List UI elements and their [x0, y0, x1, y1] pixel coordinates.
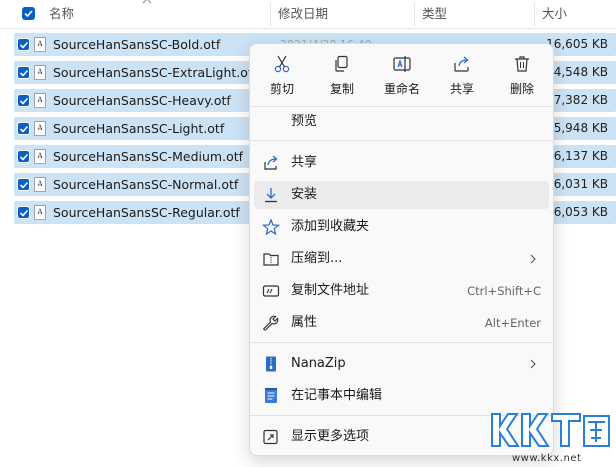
menu-item-copy-path[interactable]: 复制文件地址 Ctrl+Shift+C	[254, 277, 549, 305]
menu-item-compress[interactable]: 压缩到...	[254, 245, 549, 273]
cut-label: 剪切	[269, 82, 294, 96]
watermark-url: www.kkx.net	[512, 453, 582, 464]
delete-label: 删除	[509, 82, 534, 96]
row-checkbox[interactable]	[17, 38, 30, 51]
menu-divider	[250, 106, 553, 107]
chevron-right-icon	[530, 254, 536, 264]
sort-up-icon	[142, 0, 152, 4]
column-type[interactable]: 类型	[422, 0, 447, 28]
external-open-icon	[263, 429, 278, 445]
font-file-icon: A	[34, 121, 46, 136]
row-checkbox[interactable]	[17, 122, 30, 135]
font-file-icon: A	[34, 37, 46, 52]
download-icon	[265, 188, 277, 203]
menu-item-label: 复制文件地址	[291, 283, 370, 298]
menu-item-label: 预览	[291, 114, 318, 129]
column-separator[interactable]	[270, 2, 271, 26]
menu-item-properties[interactable]: 属性 Alt+Enter	[254, 309, 549, 337]
menu-item-label: NanaZip	[291, 356, 346, 371]
menu-item-label: 属性	[291, 315, 318, 330]
menu-item-label: 共享	[291, 155, 318, 170]
row-checkbox[interactable]	[17, 94, 30, 107]
file-size: 5,948 KB	[553, 121, 608, 135]
file-size: 16,605 KB	[546, 37, 608, 51]
share-quick-label: 共享	[449, 82, 474, 96]
column-header-row: 名称 修改日期 类型 大小	[0, 0, 616, 29]
row-checkbox[interactable]	[17, 66, 30, 79]
menu-item-share[interactable]: 共享	[254, 149, 549, 177]
row-checkbox[interactable]	[17, 206, 30, 219]
column-separator[interactable]	[534, 2, 535, 26]
menu-item-notepad[interactable]: 在记事本中编辑	[254, 382, 549, 410]
column-date[interactable]: 修改日期	[278, 0, 328, 28]
font-file-icon: A	[34, 177, 46, 192]
nanazip-icon	[266, 356, 276, 372]
menu-item-label: 添加到收藏夹	[291, 219, 370, 234]
scissors-icon	[274, 55, 290, 73]
file-size: 6,053 KB	[553, 205, 608, 219]
file-size: 4,548 KB	[553, 65, 608, 79]
file-size: 6,137 KB	[553, 149, 608, 163]
row-checkbox[interactable]	[17, 150, 30, 163]
rename-icon	[393, 56, 411, 72]
copy-label: 复制	[329, 82, 354, 96]
cut-button[interactable]: 剪切	[252, 44, 312, 102]
file-name: SourceHanSansSC-Bold.otf	[53, 37, 221, 52]
delete-button[interactable]: 删除	[492, 44, 552, 102]
file-name: SourceHanSansSC-Heavy.otf	[53, 93, 231, 108]
column-separator[interactable]	[414, 2, 415, 26]
menu-item-nanazip[interactable]: NanaZip	[254, 350, 549, 378]
star-icon	[262, 218, 280, 236]
font-file-icon: A	[34, 93, 46, 108]
file-name: SourceHanSansSC-Normal.otf	[53, 177, 239, 192]
select-all-checkbox[interactable]	[22, 7, 35, 20]
trash-icon	[515, 56, 529, 72]
file-name: SourceHanSansSC-Regular.otf	[53, 205, 240, 220]
copy-button[interactable]: 复制	[312, 44, 372, 102]
file-size: 7,382 KB	[553, 93, 608, 107]
menu-item-label: 显示更多选项	[291, 429, 370, 444]
menu-item-label: 安装	[291, 187, 318, 202]
font-file-icon: A	[34, 149, 46, 164]
file-name: SourceHanSansSC-ExtraLight.otf	[53, 65, 258, 80]
column-name[interactable]: 名称	[49, 0, 74, 28]
menu-item-label: 压缩到...	[291, 251, 343, 266]
shortcut-text: Ctrl+Shift+C	[467, 284, 541, 298]
file-name: SourceHanSansSC-Medium.otf	[53, 149, 244, 164]
copy-path-icon	[262, 285, 280, 297]
share-quick-button[interactable]: 共享	[432, 44, 492, 102]
menu-item-install[interactable]: 安装	[254, 181, 549, 209]
shortcut-text: Alt+Enter	[484, 316, 541, 330]
menu-divider	[250, 342, 553, 343]
rename-button[interactable]: 重命名	[372, 44, 432, 102]
context-menu: 剪切 复制 重命名 共享 删除 预览 共享 安装 添加到收藏夹 压缩到... 复	[249, 43, 554, 456]
column-size[interactable]: 大小	[542, 0, 567, 28]
file-size: 6,031 KB	[553, 177, 608, 191]
share-icon	[264, 155, 278, 170]
copy-icon	[335, 55, 348, 72]
row-checkbox[interactable]	[17, 178, 30, 191]
menu-item-preview[interactable]: 预览	[254, 108, 549, 136]
watermark-logo: www.kkx.net	[488, 410, 613, 465]
font-file-icon: A	[34, 205, 46, 220]
zip-folder-icon	[263, 253, 279, 266]
menu-divider	[250, 140, 553, 141]
kk-download-logo	[491, 413, 610, 447]
notepad-icon	[265, 388, 277, 403]
menu-item-add-favorites[interactable]: 添加到收藏夹	[254, 213, 549, 241]
font-file-icon: A	[34, 65, 46, 80]
menu-item-label: 在记事本中编辑	[291, 388, 383, 403]
wrench-icon	[263, 315, 279, 331]
share-icon	[454, 56, 469, 72]
chevron-right-icon	[530, 359, 536, 369]
rename-label: 重命名	[383, 82, 420, 96]
file-name: SourceHanSansSC-Light.otf	[53, 121, 225, 136]
